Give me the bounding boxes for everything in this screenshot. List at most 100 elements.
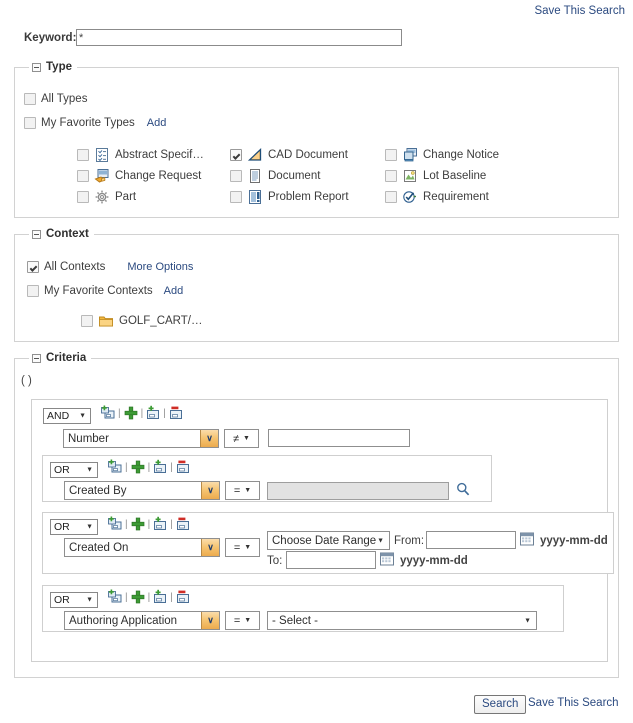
change-request-icon <box>94 168 110 184</box>
chevron-down-icon: ▼ <box>86 524 93 531</box>
add-favorite-type-link[interactable]: Add <box>147 117 167 129</box>
type-checkbox-document[interactable] <box>230 170 242 182</box>
attribute-value-2: Created On <box>65 539 201 556</box>
add-criteria-icon[interactable] <box>130 589 146 605</box>
type-option-abstract-specification[interactable]: Abstract Specif… <box>77 147 204 163</box>
favorite-context-checkbox[interactable] <box>81 315 93 327</box>
add-favorite-context-link[interactable]: Add <box>164 285 184 297</box>
type-label-change-notice: Change Notice <box>423 149 499 161</box>
save-this-search-link-top[interactable]: Save This Search <box>534 5 625 17</box>
type-option-lot-baseline[interactable]: Lot Baseline <box>385 168 486 184</box>
criteria-group-inner-1: OR ▼ | <box>42 455 492 502</box>
all-contexts-row[interactable]: All Contexts More Options <box>27 261 193 273</box>
type-option-change-request[interactable]: Change Request <box>77 168 201 184</box>
add-criteria-group-icon[interactable] <box>100 405 116 421</box>
collapse-toggle-icon[interactable] <box>32 354 41 363</box>
authoring-application-value-select[interactable]: - Select - ▼ <box>267 611 537 630</box>
my-favorite-contexts-row[interactable]: My Favorite Contexts Add <box>27 285 183 297</box>
criteria-icon-strip-1: | | <box>107 459 191 475</box>
bool-operator-select-1[interactable]: OR ▼ <box>50 462 98 478</box>
operator-select-2[interactable]: = ▼ <box>225 538 260 557</box>
type-option-change-notice[interactable]: Change Notice <box>385 147 499 163</box>
attribute-select-3[interactable]: Authoring Application ∨ <box>64 611 220 630</box>
add-criteria-icon[interactable] <box>123 405 139 421</box>
all-types-row[interactable]: All Types <box>24 93 87 105</box>
bool-operator-select-3[interactable]: OR ▼ <box>50 592 98 608</box>
problem-report-icon <box>247 189 263 205</box>
chevron-down-icon: ∨ <box>201 539 219 556</box>
type-checkbox-part[interactable] <box>77 191 89 203</box>
add-criteria-group-icon[interactable] <box>107 459 123 475</box>
bool-operator-select-2[interactable]: OR ▼ <box>50 519 98 535</box>
criteria-value-input-1[interactable] <box>267 482 449 500</box>
chevron-down-icon: ▼ <box>377 537 384 544</box>
favorite-context-row[interactable]: GOLF_CART/… <box>81 313 203 329</box>
keyword-label: Keyword: <box>24 32 76 44</box>
add-criteria-icon[interactable] <box>130 516 146 532</box>
collapse-toggle-icon[interactable] <box>32 230 41 239</box>
date-from-input[interactable] <box>426 531 516 549</box>
type-option-part[interactable]: Part <box>77 189 136 205</box>
type-option-requirement[interactable]: Requirement <box>385 189 489 205</box>
change-notice-icon <box>402 147 418 163</box>
magnifier-icon[interactable] <box>455 481 471 497</box>
date-to-format: yyyy-mm-dd <box>400 555 468 567</box>
my-favorite-types-label: My Favorite Types <box>41 117 135 129</box>
type-option-cad-document[interactable]: CAD Document <box>230 147 348 163</box>
remove-row-icon[interactable] <box>168 405 184 421</box>
add-row-icon[interactable] <box>145 405 161 421</box>
operator-select-3[interactable]: = ▼ <box>225 611 260 630</box>
operator-select-0[interactable]: ≠ ▼ <box>224 429 259 448</box>
criteria-value-input-0[interactable] <box>268 429 410 447</box>
chevron-down-icon: ▼ <box>79 413 86 420</box>
save-this-search-link-bottom[interactable]: Save This Search <box>528 697 619 709</box>
more-options-link[interactable]: More Options <box>127 261 193 273</box>
type-label-cad-document: CAD Document <box>268 149 348 161</box>
bool-operator-select-0[interactable]: AND ▼ <box>43 408 91 424</box>
add-criteria-group-icon[interactable] <box>107 516 123 532</box>
type-checkbox-change-notice[interactable] <box>385 149 397 161</box>
remove-row-icon[interactable] <box>175 589 191 605</box>
add-row-icon[interactable] <box>152 459 168 475</box>
collapse-toggle-icon[interactable] <box>32 63 41 72</box>
chevron-down-icon: ▼ <box>244 617 251 624</box>
add-row-icon[interactable] <box>152 516 168 532</box>
type-option-problem-report[interactable]: Problem Report <box>230 189 349 205</box>
criteria-parens: ( ) <box>21 375 32 387</box>
attribute-select-0[interactable]: Number ∨ <box>63 429 219 448</box>
all-types-checkbox[interactable] <box>24 93 36 105</box>
context-section: Context All Contexts More Options My Fav… <box>14 234 619 342</box>
type-checkbox-abstract-specification[interactable] <box>77 149 89 161</box>
attribute-value-3: Authoring Application <box>65 612 201 629</box>
part-icon <box>94 189 110 205</box>
search-button[interactable]: Search <box>474 695 526 714</box>
type-label-lot-baseline: Lot Baseline <box>423 170 486 182</box>
type-checkbox-lot-baseline[interactable] <box>385 170 397 182</box>
add-criteria-group-icon[interactable] <box>107 589 123 605</box>
type-option-document[interactable]: Document <box>230 168 320 184</box>
all-contexts-checkbox[interactable] <box>27 261 39 273</box>
add-row-icon[interactable] <box>152 589 168 605</box>
type-checkbox-cad-document[interactable] <box>230 149 242 161</box>
type-section-legend: Type <box>29 61 77 73</box>
date-to-input[interactable] <box>286 551 376 569</box>
criteria-group-inner-3: OR ▼ | <box>42 585 564 632</box>
type-checkbox-requirement[interactable] <box>385 191 397 203</box>
operator-select-1[interactable]: = ▼ <box>225 481 260 500</box>
attribute-select-1[interactable]: Created By ∨ <box>64 481 220 500</box>
my-favorite-types-checkbox[interactable] <box>24 117 36 129</box>
type-checkbox-change-request[interactable] <box>77 170 89 182</box>
calendar-icon[interactable] <box>379 551 395 567</box>
type-checkbox-problem-report[interactable] <box>230 191 242 203</box>
remove-row-icon[interactable] <box>175 459 191 475</box>
keyword-input[interactable] <box>76 29 402 46</box>
keyword-row: Keyword: <box>0 28 633 52</box>
my-favorite-contexts-checkbox[interactable] <box>27 285 39 297</box>
date-range-select[interactable]: Choose Date Range ▼ <box>267 531 390 550</box>
calendar-icon[interactable] <box>519 531 535 547</box>
add-criteria-icon[interactable] <box>130 459 146 475</box>
all-contexts-label: All Contexts <box>44 261 105 273</box>
my-favorite-types-row[interactable]: My Favorite Types Add <box>24 117 166 129</box>
remove-row-icon[interactable] <box>175 516 191 532</box>
attribute-select-2[interactable]: Created On ∨ <box>64 538 220 557</box>
